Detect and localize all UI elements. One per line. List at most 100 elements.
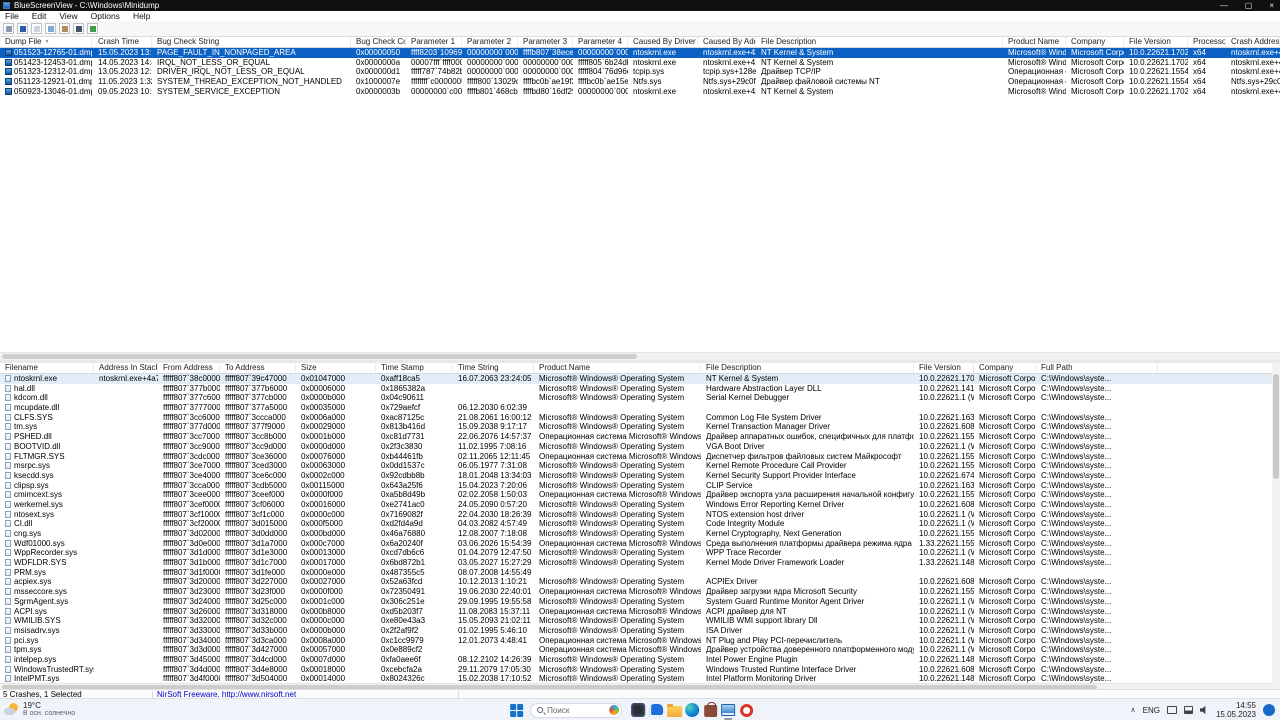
table-row[interactable]: intelpep.sysfffff807`3d450000fffff807`3d…: [0, 655, 1272, 665]
table-row[interactable]: cmimcext.sysfffff807`3cee0000fffff807`3c…: [0, 490, 1272, 500]
bottom-vertical-scrollbar[interactable]: [1272, 363, 1280, 689]
table-row[interactable]: ACPI.sysfffff807`3d260000fffff807`3d3180…: [0, 607, 1272, 617]
menu-edit[interactable]: Edit: [32, 11, 47, 21]
table-row[interactable]: 051123-12921-01.dmp11.05.2023 1:32:26SYS…: [0, 77, 1280, 87]
column-header-dump-file[interactable]: Dump File▼: [2, 37, 92, 47]
table-row[interactable]: pci.sysfffff807`3d340000fffff807`3d3ca00…: [0, 636, 1272, 646]
find-icon[interactable]: [73, 23, 84, 34]
column-header-caused-by-driver[interactable]: Caused By Driver: [630, 37, 698, 47]
column-header-bug-check-string[interactable]: Bug Check String: [154, 37, 351, 47]
table-row[interactable]: kdcom.dllfffff807`377c6000fffff807`377cb…: [0, 393, 1272, 403]
table-row[interactable]: 051323-12312-01.dmp13.05.2023 12:14:12DR…: [0, 67, 1280, 77]
table-row[interactable]: PSHED.dllfffff807`3cc70000fffff807`3cc8b…: [0, 432, 1272, 442]
file-explorer-icon[interactable]: [665, 700, 683, 720]
weather-widget[interactable]: 19°C В осн. солнечно: [4, 701, 75, 718]
table-row[interactable]: WMILIB.SYSfffff807`3d320000fffff807`3d32…: [0, 616, 1272, 626]
menu-help[interactable]: Help: [133, 11, 150, 21]
close-button[interactable]: ×: [1269, 1, 1274, 10]
table-row[interactable]: WindowsTrustedRT.sysfffff807`3d4d0000fff…: [0, 665, 1272, 675]
column-header-time-string[interactable]: Time String: [455, 363, 534, 373]
minimize-button[interactable]: —: [1220, 1, 1228, 10]
photos-app-icon[interactable]: [629, 700, 647, 720]
network-icon[interactable]: [1184, 706, 1193, 714]
column-header-product-name[interactable]: Product Name: [536, 363, 701, 373]
column-header-parameter-4[interactable]: Parameter 4: [575, 37, 628, 47]
column-header-company[interactable]: Company: [1068, 37, 1124, 47]
column-header-parameter-1[interactable]: Parameter 1: [408, 37, 462, 47]
table-row[interactable]: msisadrv.sysfffff807`3d330000fffff807`3d…: [0, 626, 1272, 636]
column-header-size[interactable]: Size: [298, 363, 376, 373]
table-row[interactable]: Wdf01000.sysfffff807`3d0e0000fffff807`3d…: [0, 539, 1272, 549]
language-indicator[interactable]: ENG: [1143, 706, 1160, 715]
column-header-file-description[interactable]: File Description: [703, 363, 914, 373]
table-row[interactable]: ntosext.sysfffff807`3cf10000fffff807`3cf…: [0, 510, 1272, 520]
bottom-vscroll-thumb[interactable]: [1273, 374, 1279, 479]
table-row[interactable]: tm.sysfffff807`377d0000fffff807`377f9000…: [0, 422, 1272, 432]
table-row[interactable]: mcupdate.dllfffff807`37770000fffff807`37…: [0, 403, 1272, 413]
maximize-button[interactable]: ▢: [1245, 1, 1253, 10]
column-header-address-in-stack[interactable]: Address In Stack▲: [96, 363, 158, 373]
table-row[interactable]: CLFS.SYSfffff807`3cc60000fffff807`3ccca0…: [0, 413, 1272, 423]
column-header-caused-by-address[interactable]: Caused By Address: [700, 37, 756, 47]
chat-app-icon[interactable]: [647, 700, 665, 720]
column-header-crash-time[interactable]: Crash Time: [95, 37, 152, 47]
column-header-processor[interactable]: Processor: [1190, 37, 1226, 47]
table-row[interactable]: ntoskrnl.exentoskrnl.exe+4a7541fffff807`…: [0, 374, 1272, 384]
column-header-time-stamp[interactable]: Time Stamp: [378, 363, 453, 373]
red-ring-app-icon[interactable]: [737, 700, 755, 720]
table-row[interactable]: 051423-12453-01.dmp14.05.2023 14:48:51IR…: [0, 58, 1280, 68]
column-header-crash-address[interactable]: Crash Address: [1228, 37, 1280, 47]
menu-options[interactable]: Options: [91, 11, 120, 21]
save-icon[interactable]: [17, 23, 28, 34]
table-row[interactable]: IntelPMT.sysfffff807`3d4f0000fffff807`3d…: [0, 674, 1272, 683]
properties-icon[interactable]: [59, 23, 70, 34]
table-row[interactable]: FLTMGR.SYSfffff807`3cdc0000fffff807`3ce3…: [0, 452, 1272, 462]
table-row[interactable]: 051523-12765-01.dmp15.05.2023 13:14:45PA…: [0, 48, 1280, 58]
notification-count-badge[interactable]: [1263, 704, 1275, 716]
table-row[interactable]: werkernel.sysfffff807`3cef0000fffff807`3…: [0, 500, 1272, 510]
touch-keyboard-icon[interactable]: [1167, 706, 1177, 714]
column-header-product-name[interactable]: Product Name: [1005, 37, 1066, 47]
table-row[interactable]: CI.dllfffff807`3cf20000fffff807`3d015000…: [0, 519, 1272, 529]
table-row[interactable]: tpm.sysfffff807`3d3d0000fffff807`3d42700…: [0, 645, 1272, 655]
menu-file[interactable]: File: [5, 11, 19, 21]
column-header-full-path[interactable]: Full Path: [1038, 363, 1158, 373]
column-header-parameter-3[interactable]: Parameter 3: [520, 37, 573, 47]
column-header-bug-check-code[interactable]: Bug Check Code: [353, 37, 406, 47]
table-row[interactable]: acpiex.sysfffff807`3d200000fffff807`3d22…: [0, 577, 1272, 587]
speaker-icon[interactable]: [1200, 706, 1209, 715]
table-row[interactable]: WppRecorder.sysfffff807`3d1d0000fffff807…: [0, 548, 1272, 558]
menu-view[interactable]: View: [59, 11, 77, 21]
column-header-from-address[interactable]: From Address: [160, 363, 220, 373]
column-header-file-version[interactable]: File Version: [916, 363, 974, 373]
table-row[interactable]: PRM.sysfffff807`3d1f0000fffff807`3d1fe00…: [0, 568, 1272, 578]
column-header-file-version[interactable]: File Version: [1126, 37, 1188, 47]
top-horizontal-scrollbar[interactable]: [0, 352, 1280, 360]
table-row[interactable]: hal.dllfffff807`377b0000fffff807`377b600…: [0, 384, 1272, 394]
table-row[interactable]: BOOTVID.dllfffff807`3cc90000fffff807`3cc…: [0, 442, 1272, 452]
column-header-parameter-2[interactable]: Parameter 2: [464, 37, 518, 47]
open-minidump-folder-icon[interactable]: [3, 23, 14, 34]
table-row[interactable]: ksecdd.sysfffff807`3ce40000fffff807`3ce6…: [0, 471, 1272, 481]
table-row[interactable]: clipsp.sysfffff807`3cca0000fffff807`3cdb…: [0, 481, 1272, 491]
table-row[interactable]: msseccore.sysfffff807`3d230000fffff807`3…: [0, 587, 1272, 597]
table-row[interactable]: SgrmAgent.sysfffff807`3d240000fffff807`3…: [0, 597, 1272, 607]
store-app-icon[interactable]: [701, 700, 719, 720]
bluescreenview-app-icon[interactable]: [719, 700, 737, 720]
table-row[interactable]: cng.sysfffff807`3d020000fffff807`3d0dd00…: [0, 529, 1272, 539]
html-report-icon[interactable]: [31, 23, 42, 34]
clock[interactable]: 14:55 15.05.2023: [1216, 701, 1256, 719]
table-row[interactable]: WDFLDR.SYSfffff807`3d1b0000fffff807`3d1c…: [0, 558, 1272, 568]
table-row[interactable]: 050923-13046-01.dmp09.05.2023 10:54:30SY…: [0, 87, 1280, 97]
column-header-filename[interactable]: Filename: [2, 363, 94, 373]
search-input[interactable]: Поиск: [530, 703, 622, 718]
edge-browser-icon[interactable]: [683, 700, 701, 720]
hidden-icons-chevron[interactable]: ∧: [1130, 706, 1135, 714]
copy-icon[interactable]: [45, 23, 56, 34]
start-button[interactable]: [510, 704, 523, 717]
advanced-options-icon[interactable]: [87, 23, 98, 34]
column-header-company[interactable]: Company: [976, 363, 1036, 373]
table-row[interactable]: msrpc.sysfffff807`3ce70000fffff807`3ced3…: [0, 461, 1272, 471]
column-header-to-address[interactable]: To Address: [222, 363, 296, 373]
column-header-file-description[interactable]: File Description: [758, 37, 1003, 47]
